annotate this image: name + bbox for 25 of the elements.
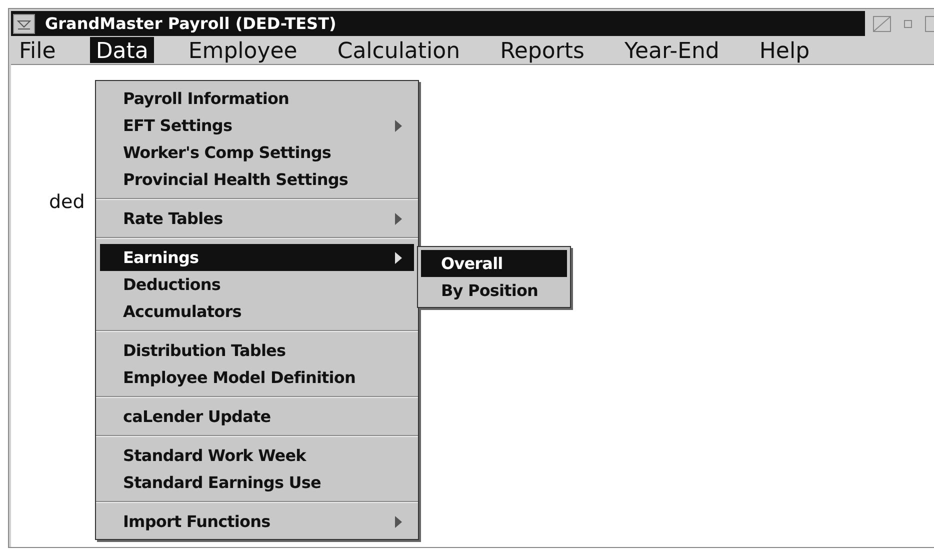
menu-item[interactable]: Earnings (100, 244, 414, 271)
menu-item[interactable]: Employee Model Definition (100, 364, 414, 391)
menu-item[interactable]: By Position (421, 277, 567, 304)
window-title: GrandMaster Payroll (DED-TEST) (45, 14, 338, 33)
menu-item[interactable]: Standard Earnings Use (100, 469, 414, 496)
menu-bar-item[interactable]: Reports (494, 37, 590, 63)
menu-item[interactable]: Provincial Health Settings (100, 166, 414, 193)
menu-item[interactable]: EFT Settings (100, 112, 414, 139)
menu-item[interactable]: Import Functions (100, 508, 414, 535)
menu-bar-item[interactable]: Year-End (618, 37, 726, 63)
menu-item[interactable]: Rate Tables (100, 205, 414, 232)
menu-item[interactable]: Payroll Information (100, 85, 414, 112)
menu-bar-item[interactable]: Calculation (331, 37, 466, 63)
menu-item[interactable]: caLender Update (100, 403, 414, 430)
menu-item[interactable]: Worker's Comp Settings (100, 139, 414, 166)
menu-bar-item[interactable]: Employee (182, 37, 304, 63)
client-text: ded (49, 191, 85, 213)
menu-bar-item[interactable]: Data (90, 37, 154, 63)
menu-item[interactable]: Overall (421, 250, 567, 277)
menu-bar-item[interactable]: File (13, 37, 62, 63)
menu-bar-item[interactable]: Help (753, 37, 816, 63)
menu-item[interactable]: Deductions (100, 271, 414, 298)
menu-item[interactable]: Accumulators (100, 298, 414, 325)
menu-item[interactable]: Distribution Tables (100, 337, 414, 364)
menu-item[interactable]: Standard Work Week (100, 442, 414, 469)
